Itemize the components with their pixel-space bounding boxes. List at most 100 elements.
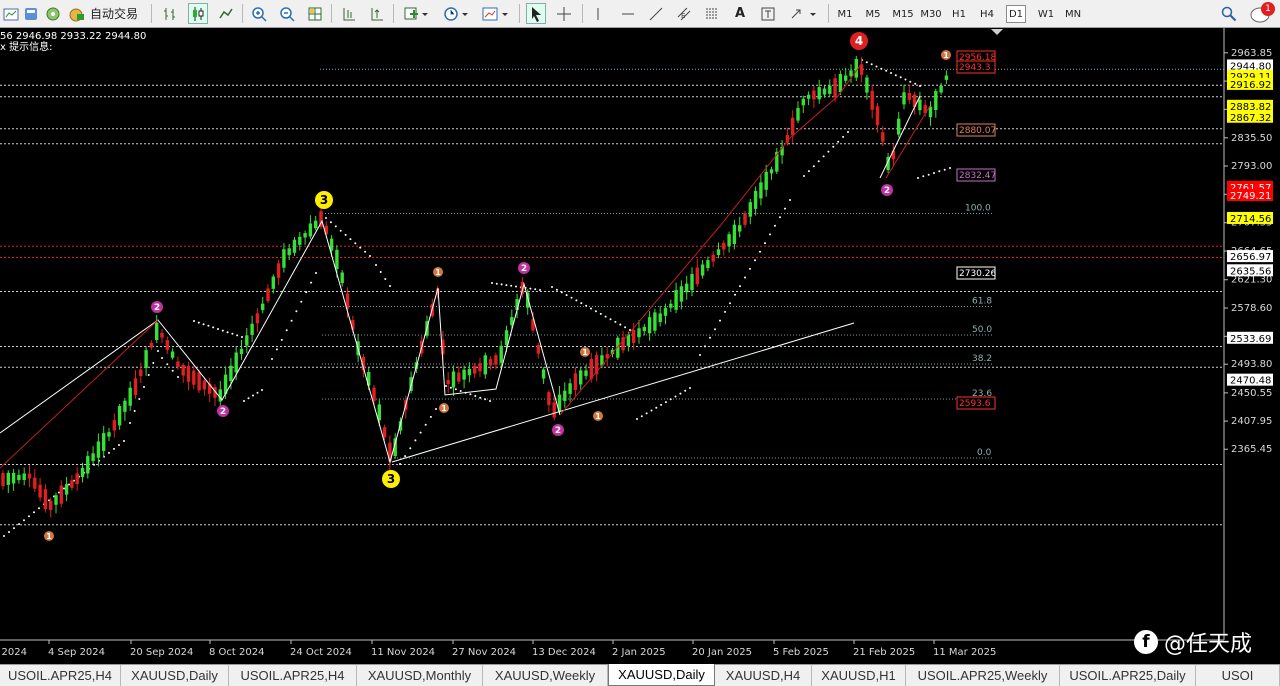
timeframe-h4[interactable]: H4	[977, 5, 997, 23]
timeframe-d1[interactable]: D1	[1006, 5, 1026, 23]
candle-body	[748, 202, 752, 217]
indicators-button[interactable]	[400, 3, 432, 24]
chart-tab[interactable]: XAUUSD,H1	[812, 665, 906, 686]
chart-tab[interactable]: XAUUSD,Daily	[121, 665, 229, 686]
templates-button[interactable]	[478, 3, 512, 24]
timeframe-w1[interactable]: W1	[1035, 5, 1057, 23]
price-axis-label: 2578.60	[1231, 303, 1272, 314]
sar-dot	[334, 225, 337, 228]
fibonacci-level-label: 61.8	[972, 297, 992, 307]
sar-dot	[325, 217, 327, 219]
sar-dot	[640, 415, 643, 418]
sar-dot	[143, 386, 145, 388]
price-tag: 2749.21	[1230, 191, 1271, 202]
candle-body	[160, 332, 164, 338]
chart-tab[interactable]: XAUUSD,Weekly	[483, 665, 608, 686]
toolbar-divider	[151, 4, 152, 23]
sar-dot	[590, 307, 592, 310]
fibonacci-retracement-icon[interactable]	[702, 3, 722, 24]
date-axis-label: 11 Nov 2024	[371, 647, 435, 658]
tile-windows-icon[interactable]	[305, 3, 325, 24]
sar-dot	[865, 61, 868, 64]
timeframe-m5[interactable]: M5	[862, 5, 884, 23]
wave-label: 1	[441, 404, 447, 413]
auto-trading-button[interactable]: 自动交易	[66, 3, 146, 24]
candle-body	[552, 402, 556, 418]
search-icon[interactable]	[1218, 3, 1240, 24]
sar-dot	[822, 155, 825, 158]
chart-shift-icon[interactable]	[339, 3, 359, 24]
candle-body	[504, 330, 509, 346]
candle-body	[144, 350, 148, 368]
candle-body	[563, 390, 567, 401]
chart-tab[interactable]: XAUUSD,Monthly	[357, 665, 483, 686]
timeframe-h1[interactable]: H1	[949, 5, 969, 23]
sar-dot	[933, 172, 935, 174]
text-tool-icon[interactable]: A	[730, 3, 750, 24]
vertical-line-icon[interactable]	[590, 3, 606, 24]
cursor-icon[interactable]	[526, 3, 546, 24]
candle-body	[738, 225, 742, 232]
chart-tab[interactable]: USOIL.APR25,H4	[229, 665, 357, 686]
trendline-icon[interactable]	[646, 3, 666, 24]
auto-scroll-icon[interactable]	[367, 3, 387, 24]
facebook-icon: f	[1134, 630, 1158, 654]
candle-body	[49, 500, 53, 510]
sar-dot	[449, 386, 452, 389]
candle-body	[833, 78, 837, 98]
price-tag: 2714.56	[1230, 214, 1271, 225]
profiles-icon[interactable]	[22, 3, 40, 24]
bar-chart-icon[interactable]	[160, 3, 180, 24]
chart-window-icon[interactable]	[2, 3, 20, 24]
timeframe-mn[interactable]: MN	[1062, 5, 1084, 23]
sar-dot	[38, 507, 40, 510]
horizontal-line-icon[interactable]	[618, 3, 638, 24]
candlestick-chart-icon[interactable]	[188, 3, 208, 24]
chart-info: 56 2946.98 2933.22 2944.80 x 提示信息:	[0, 31, 146, 53]
chart-tab[interactable]: USOIL.APR25,H4	[0, 665, 121, 686]
arrows-button[interactable]	[786, 3, 820, 24]
chart-tab[interactable]: USOIL.APR25,Weekly	[906, 665, 1060, 686]
sar-dot	[709, 336, 711, 339]
zoom-out-icon[interactable]	[277, 3, 297, 24]
crosshair-icon[interactable]	[554, 3, 574, 24]
sar-dot	[664, 401, 667, 404]
date-axis-label: 21 Feb 2025	[853, 647, 915, 658]
chart-tab[interactable]: USOI	[1196, 665, 1280, 686]
zoom-in-icon[interactable]	[249, 3, 269, 24]
sar-dot	[495, 282, 498, 285]
timeframe-m30[interactable]: M30	[919, 5, 943, 23]
candle-body	[944, 75, 949, 80]
chart-tab[interactable]: USOIL.APR25,Daily	[1060, 665, 1196, 686]
timeframe-m1[interactable]: M1	[834, 5, 856, 23]
sar-dot	[619, 323, 622, 326]
sar-dot	[880, 67, 883, 70]
chart-tab[interactable]: XAUUSD,H4	[715, 665, 812, 686]
candle-body	[817, 87, 821, 100]
timeframe-m15[interactable]: M15	[890, 5, 916, 23]
sar-dot	[739, 285, 741, 288]
sar-dot	[679, 392, 682, 395]
sar-dot	[529, 287, 532, 290]
line-chart-icon[interactable]	[216, 3, 236, 24]
candle-body	[133, 378, 138, 395]
chart-tab[interactable]: XAUUSD,Daily	[608, 664, 715, 686]
sar-dot	[171, 369, 174, 372]
sar-dot	[435, 408, 437, 410]
price-axis-label: 2835.50	[1231, 133, 1272, 144]
candle-body	[690, 274, 694, 290]
sar-dot	[505, 284, 508, 287]
text-label-icon[interactable]	[758, 3, 778, 24]
navigator-icon[interactable]	[44, 3, 62, 24]
notifications-button[interactable]: 1	[1248, 2, 1276, 24]
sar-dot	[599, 312, 602, 315]
equidistant-channel-icon[interactable]: E	[674, 3, 694, 24]
wave-label: 3	[320, 193, 328, 207]
sar-dot	[729, 302, 731, 305]
candle-body	[488, 359, 493, 366]
candle-body	[499, 345, 503, 363]
sar-dot	[629, 329, 631, 331]
periodicity-button[interactable]	[440, 3, 472, 24]
sar-dot	[354, 242, 357, 245]
price-chart[interactable]: 100.061.850.038.223.60.0 2956.182943.328…	[0, 28, 1280, 664]
